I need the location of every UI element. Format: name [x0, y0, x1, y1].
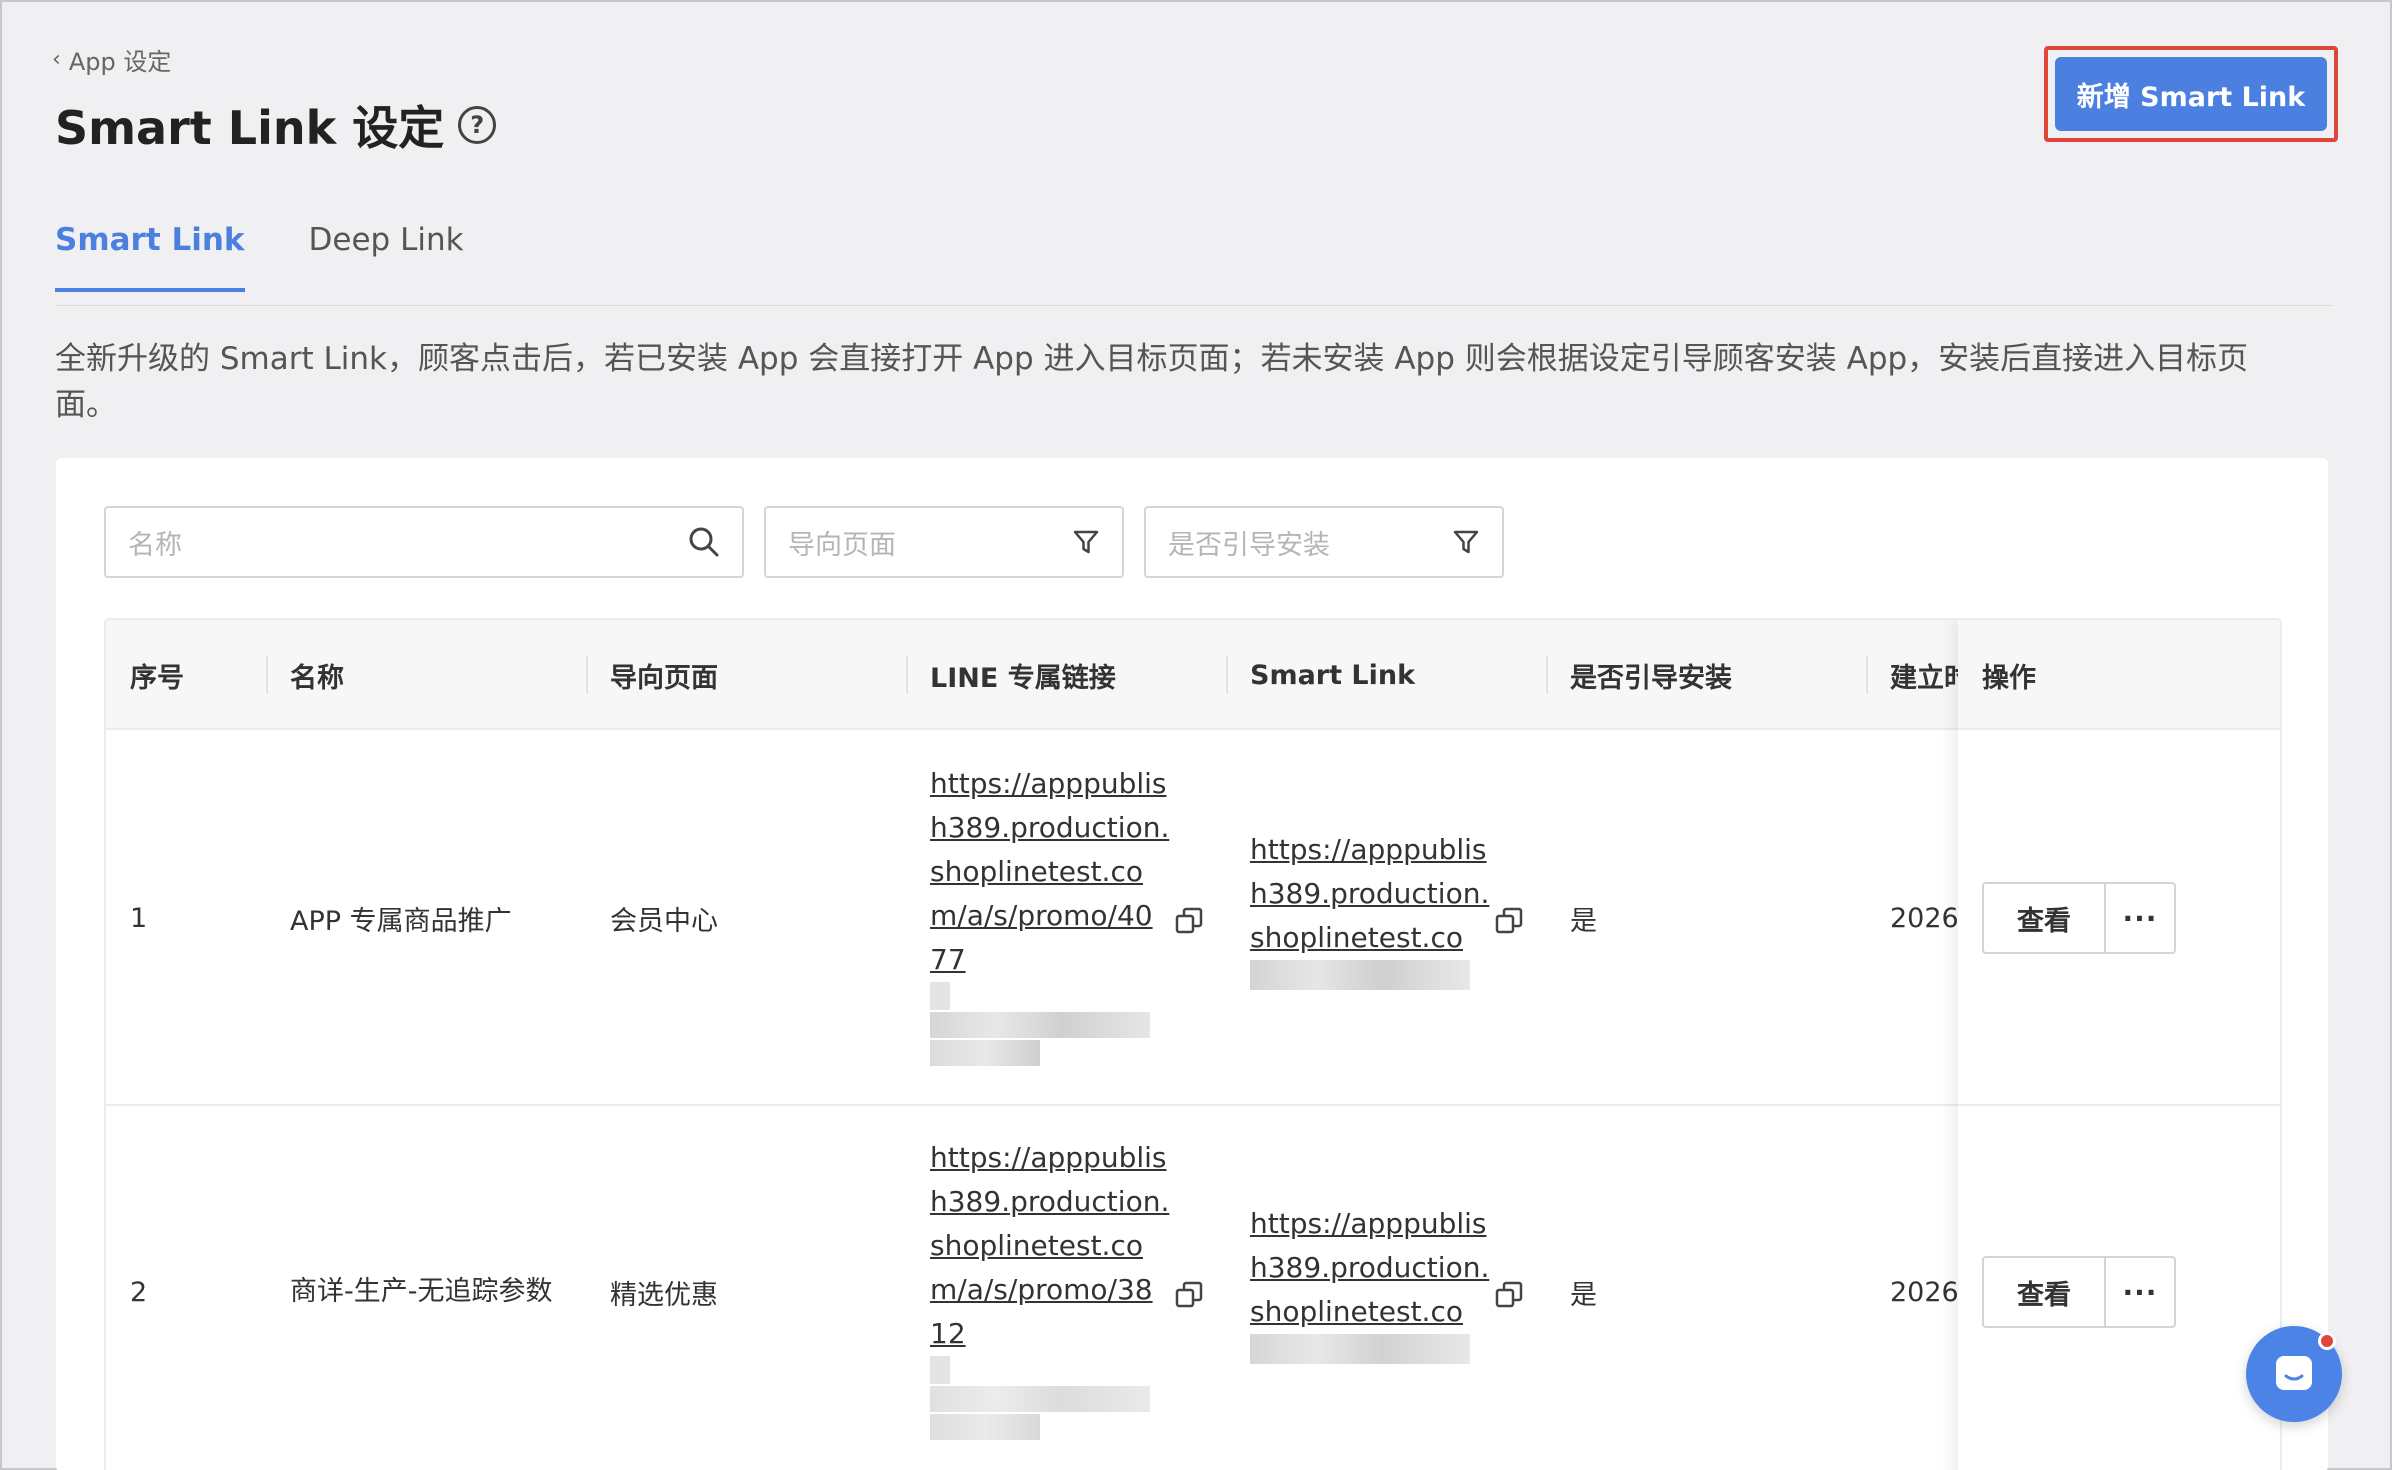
name-search-placeholder: 名称	[128, 529, 182, 561]
row-guide-install: 是	[1570, 1279, 1597, 1311]
actions-column: 操作 查看 ··· 查看 ···	[1958, 620, 2280, 1470]
table-row: 2 商详-生产-无追踪参数 精选优惠 https://apppublish389…	[106, 1106, 2280, 1470]
more-actions-button[interactable]: ···	[2106, 884, 2174, 952]
filter-icon	[1073, 530, 1099, 554]
page-title-text: Smart Link 设定	[55, 101, 445, 155]
line-link-cell: https://apppublish389.production.shoplin…	[930, 1136, 1170, 1470]
row-target-page: 会员中心	[610, 905, 718, 937]
chevron-left-icon: ‹	[52, 47, 61, 72]
copy-icon[interactable]	[1494, 1280, 1524, 1310]
guide-install-filter-placeholder: 是否引导安装	[1168, 529, 1330, 561]
table-card: 名称 导向页面 是否引导安装 序号 名称 导向页面 LINE 专属链接 Smar…	[56, 458, 2328, 1470]
copy-icon[interactable]	[1494, 906, 1524, 936]
smart-link[interactable]: https://apppublish389.production.shoplin…	[1250, 1202, 1490, 1334]
table-row: 1 APP 专属商品推广 会员中心 https://apppublish389.…	[106, 732, 2280, 1106]
smart-link[interactable]: https://apppublish389.production.shoplin…	[1250, 828, 1490, 960]
row-name: APP 专属商品推广	[290, 905, 512, 937]
breadcrumb-label[interactable]: App 设定	[69, 42, 172, 77]
view-button[interactable]: 查看	[1984, 884, 2106, 952]
row-index: 2	[130, 1276, 148, 1308]
tab-smart-link[interactable]: Smart Link	[55, 222, 245, 292]
breadcrumb[interactable]: ‹ App 设定	[52, 42, 171, 77]
redacted-area	[930, 1356, 1156, 1470]
column-header-index: 序号	[130, 662, 184, 694]
row-index: 1	[130, 902, 148, 934]
row-created: 2026	[1890, 902, 1959, 934]
row-created: 2026	[1890, 1276, 1959, 1308]
tab-deep-link[interactable]: Deep Link	[309, 222, 464, 292]
copy-icon[interactable]	[1174, 1280, 1204, 1310]
row-guide-install: 是	[1570, 905, 1597, 937]
name-search-field[interactable]: 名称	[104, 506, 744, 578]
row-actions: 查看 ···	[1982, 1256, 2176, 1328]
line-link[interactable]: https://apppublish389.production.shoplin…	[930, 762, 1170, 982]
table-header: 序号 名称 导向页面 LINE 专属链接 Smart Link 是否引导安装 建…	[106, 620, 2280, 730]
row-target-page: 精选优惠	[610, 1279, 718, 1311]
column-header-target-page: 导向页面	[610, 662, 718, 694]
tabs-divider	[55, 305, 2334, 306]
line-link[interactable]: https://apppublish389.production.shoplin…	[930, 1136, 1170, 1356]
row-actions: 查看 ···	[1982, 882, 2176, 954]
view-button[interactable]: 查看	[1984, 1258, 2106, 1326]
chat-icon	[2276, 1356, 2312, 1390]
more-actions-button[interactable]: ···	[2106, 1258, 2174, 1326]
row-divider	[1958, 1104, 2280, 1106]
redacted-area	[1250, 960, 1470, 990]
target-page-filter-placeholder: 导向页面	[788, 529, 896, 561]
notification-dot	[2318, 1332, 2336, 1350]
help-circle-icon[interactable]: ?	[458, 106, 497, 144]
add-smart-link-button[interactable]: 新增 Smart Link	[2055, 57, 2327, 131]
smart-link-cell: https://apppublish389.production.shoplin…	[1250, 1202, 1490, 1364]
target-page-filter[interactable]: 导向页面	[764, 506, 1124, 578]
column-header-actions: 操作	[1982, 662, 2036, 694]
redacted-area	[1250, 1334, 1470, 1364]
smart-link-table: 序号 名称 导向页面 LINE 专属链接 Smart Link 是否引导安装 建…	[104, 618, 2282, 1470]
redacted-area	[930, 982, 1156, 1100]
filter-icon	[1453, 530, 1479, 554]
column-header-guide-install: 是否引导安装	[1570, 662, 1732, 694]
column-header-smart-link: Smart Link	[1250, 659, 1416, 691]
search-icon[interactable]	[688, 526, 720, 558]
column-header-created: 建立时间	[1890, 662, 1962, 694]
page-description: 全新升级的 Smart Link，顾客点击后，若已安装 App 会直接打开 Ap…	[55, 341, 2249, 423]
smart-link-cell: https://apppublish389.production.shoplin…	[1250, 828, 1490, 990]
tab-bar: Smart Link Deep Link	[55, 222, 464, 292]
page-title: Smart Link 设定 ?	[55, 92, 497, 158]
row-name: 商详-生产-无追踪参数	[290, 1276, 553, 1307]
line-link-cell: https://apppublish389.production.shoplin…	[930, 762, 1170, 1100]
chat-launcher-button[interactable]	[2246, 1326, 2342, 1422]
column-header-name: 名称	[290, 662, 344, 694]
copy-icon[interactable]	[1174, 906, 1204, 936]
column-header-line-link: LINE 专属链接	[930, 662, 1116, 694]
guide-install-filter[interactable]: 是否引导安装	[1144, 506, 1504, 578]
